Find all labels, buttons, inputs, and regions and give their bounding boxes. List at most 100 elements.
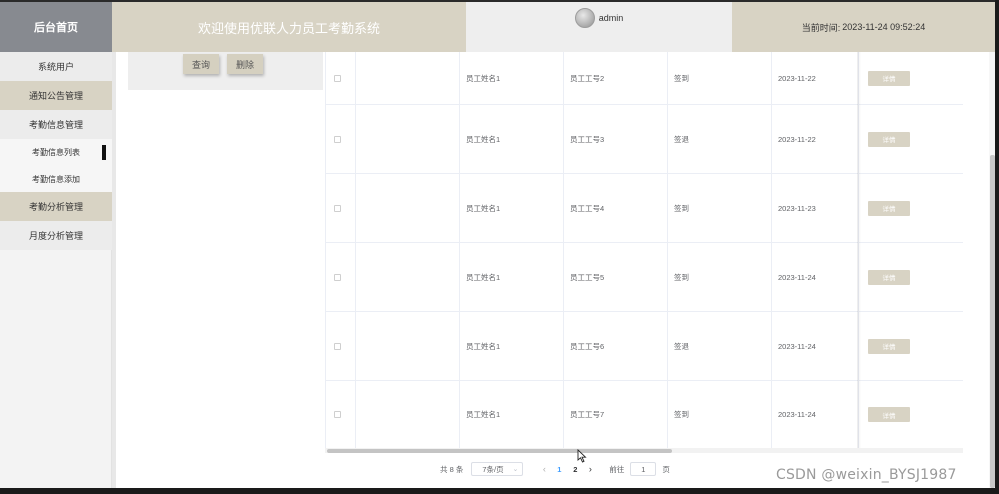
sidebar-item-attendance-list[interactable]: 考勤信息列表 — [0, 139, 112, 166]
employee-name-cell: 员工姓名1 — [460, 243, 564, 311]
query-button[interactable]: 查询 — [183, 54, 219, 74]
row-checkbox-cell[interactable] — [326, 381, 356, 448]
table-row: 员工姓名1 员工工号5 签到 2023-11-24 详情 — [326, 243, 963, 312]
mouse-cursor-icon — [577, 449, 587, 463]
row-checkbox-cell[interactable] — [326, 174, 356, 242]
row-checkbox-cell[interactable] — [326, 105, 356, 173]
action-cell: 详情 — [859, 174, 963, 242]
username[interactable]: admin — [599, 13, 624, 23]
page-size-value: 7条/页 — [482, 464, 504, 474]
detail-button[interactable]: 详情 — [868, 70, 910, 86]
chevron-down-icon: ⌄ — [512, 466, 519, 473]
attendance-type-cell: 签到 — [668, 52, 772, 104]
action-cell: 详情 — [859, 52, 963, 104]
employee-name-cell: 员工姓名1 — [460, 312, 564, 380]
detail-button[interactable]: 详情 — [868, 269, 910, 285]
attendance-table: 员工姓名1 员工工号2 签到 2023-11-22 详情 员工姓名1 员工工号3… — [325, 52, 963, 448]
blank-cell — [356, 381, 460, 448]
employee-name-cell: 员工姓名1 — [460, 52, 564, 104]
action-cell: 详情 — [859, 312, 963, 380]
attendance-date-cell: 2023-11-24 — [772, 381, 859, 448]
attendance-date-cell: 2023-11-24 — [772, 243, 859, 311]
attendance-type-cell: 签退 — [668, 105, 772, 173]
attendance-date-cell: 2023-11-22 — [772, 105, 859, 173]
attendance-type-cell: 签到 — [668, 243, 772, 311]
employee-id-cell: 员工工号7 — [564, 381, 668, 448]
delete-button[interactable]: 删除 — [227, 54, 263, 74]
blank-cell — [356, 105, 460, 173]
row-checkbox-cell[interactable] — [326, 312, 356, 380]
employee-name-cell: 员工姓名1 — [460, 105, 564, 173]
user-menu[interactable]: admin — [466, 2, 732, 52]
attendance-type-cell: 签到 — [668, 174, 772, 242]
attendance-date-cell: 2023-11-23 — [772, 174, 859, 242]
watermark: CSDN @weixin_BYSJ1987 — [776, 467, 957, 483]
time-label: 当前时间: — [801, 22, 841, 33]
action-cell: 详情 — [859, 105, 963, 173]
table-row: 员工姓名1 员工工号6 签退 2023-11-24 详情 — [326, 312, 963, 381]
goto-label: 前往 — [609, 464, 625, 474]
fixed-column-shadow — [857, 52, 861, 448]
content-gutter — [112, 52, 116, 488]
page-number[interactable]: 2 — [567, 465, 583, 474]
search-panel — [128, 52, 323, 90]
sidebar: 系统用户 通知公告管理 考勤信息管理 考勤信息列表 考勤信息添加 考勤分析管理 … — [0, 52, 112, 488]
detail-button[interactable]: 详情 — [868, 407, 910, 422]
attendance-date-cell: 2023-11-22 — [772, 52, 859, 104]
blank-cell — [356, 174, 460, 242]
blank-cell — [356, 312, 460, 380]
row-checkbox[interactable] — [334, 342, 341, 350]
row-checkbox[interactable] — [334, 204, 341, 212]
detail-button[interactable]: 详情 — [868, 131, 910, 147]
sidebar-item-analysis-management[interactable]: 考勤分析管理 — [0, 192, 112, 221]
row-checkbox[interactable] — [334, 74, 341, 82]
active-item-indicator — [102, 145, 106, 160]
sidebar-item-notice-management[interactable]: 通知公告管理 — [0, 81, 112, 110]
sidebar-item-monthly-analysis[interactable]: 月度分析管理 — [0, 221, 112, 250]
row-checkbox[interactable] — [334, 273, 341, 281]
page-size-select[interactable]: 7条/页 ⌄ — [471, 462, 524, 476]
sidebar-item-attendance-management[interactable]: 考勤信息管理 — [0, 110, 112, 139]
detail-button[interactable]: 详情 — [868, 200, 910, 216]
blank-cell — [356, 52, 460, 104]
row-checkbox[interactable] — [334, 411, 341, 418]
table-row: 员工姓名1 员工工号4 签到 2023-11-23 详情 — [326, 174, 963, 243]
goto-page-input[interactable]: 1 — [630, 462, 657, 476]
attendance-date-cell: 2023-11-24 — [772, 312, 859, 380]
row-checkbox-cell[interactable] — [326, 243, 356, 311]
employee-name-cell: 员工姓名1 — [460, 381, 564, 448]
sidebar-item-attendance-add[interactable]: 考勤信息添加 — [0, 166, 112, 192]
total-count: 共 8 条 — [440, 464, 464, 474]
action-cell: 详情 — [859, 243, 963, 311]
page-unit: 页 — [662, 464, 670, 474]
row-checkbox-cell[interactable] — [326, 52, 356, 104]
employee-id-cell: 员工工号4 — [564, 174, 668, 242]
time-value: 2023-11-24 09:52:24 — [842, 22, 926, 32]
detail-button[interactable]: 详情 — [868, 338, 910, 354]
page-number[interactable]: 1 — [551, 465, 567, 474]
table-row: 员工姓名1 员工工号2 签到 2023-11-22 详情 — [326, 52, 963, 105]
table-row: 员工姓名1 员工工号7 签到 2023-11-24 详情 — [326, 381, 963, 448]
table-row: 员工姓名1 员工工号3 签退 2023-11-22 详情 — [326, 105, 963, 174]
attendance-type-cell: 签到 — [668, 381, 772, 448]
home-logo-button[interactable]: 后台首页 — [0, 2, 112, 52]
window-right-border — [995, 0, 999, 494]
action-cell: 详情 — [859, 381, 963, 448]
employee-id-cell: 员工工号2 — [564, 52, 668, 104]
window-bottom-border — [0, 488, 999, 494]
current-time: 当前时间: 2023-11-24 09:52:24 — [732, 2, 995, 52]
employee-id-cell: 员工工号6 — [564, 312, 668, 380]
system-title: 欢迎使用优联人力员工考勤系统 — [112, 2, 466, 52]
employee-name-cell: 员工姓名1 — [460, 174, 564, 242]
prev-page-icon[interactable]: ‹ — [537, 464, 551, 474]
employee-id-cell: 员工工号5 — [564, 243, 668, 311]
horizontal-scroll-thumb[interactable] — [327, 449, 672, 453]
blank-cell — [356, 243, 460, 311]
attendance-type-cell: 签退 — [668, 312, 772, 380]
row-checkbox[interactable] — [334, 135, 341, 143]
avatar[interactable] — [574, 8, 595, 28]
employee-id-cell: 员工工号3 — [564, 105, 668, 173]
next-page-icon[interactable]: › — [583, 464, 597, 474]
sidebar-item-system-users[interactable]: 系统用户 — [0, 52, 112, 81]
pagination: 共 8 条 7条/页 ⌄ ‹ 1 2 › 前往 1 页 — [440, 461, 670, 477]
